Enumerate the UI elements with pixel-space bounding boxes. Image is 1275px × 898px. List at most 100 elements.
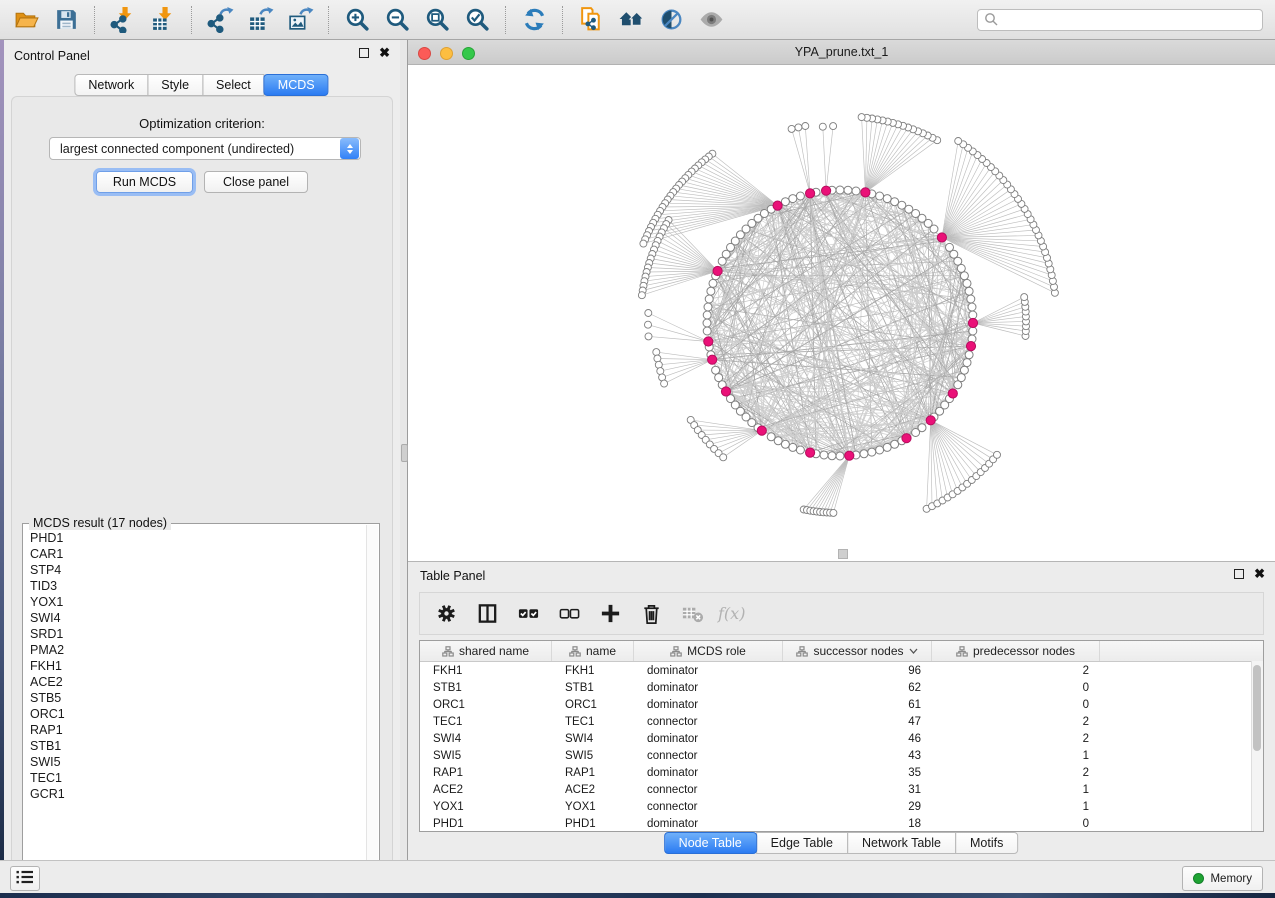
graph-node[interactable] xyxy=(796,192,804,200)
table-scrollbar-thumb[interactable] xyxy=(1253,665,1261,751)
close-window-icon[interactable]: ✖ xyxy=(379,48,390,58)
graph-node[interactable] xyxy=(960,272,968,280)
zoom-out-button[interactable] xyxy=(377,3,417,37)
graph-node[interactable] xyxy=(712,366,720,374)
tab-motifs[interactable]: Motifs xyxy=(955,832,1018,854)
graph-satellite-node[interactable] xyxy=(645,333,652,340)
graph-node[interactable] xyxy=(844,186,852,194)
network-graph[interactable] xyxy=(408,65,1275,561)
graph-satellite-node[interactable] xyxy=(720,454,727,461)
tab-style[interactable]: Style xyxy=(147,74,203,96)
graph-hub-node[interactable] xyxy=(845,451,854,460)
graph-node[interactable] xyxy=(704,303,712,311)
table-row[interactable]: TEC1TEC1connector472 xyxy=(420,713,1263,730)
table-row[interactable]: RAP1RAP1dominator352 xyxy=(420,764,1263,781)
graph-node[interactable] xyxy=(836,186,844,194)
graph-hub-node[interactable] xyxy=(708,355,717,364)
graph-hub-node[interactable] xyxy=(966,342,975,351)
graph-hub-node[interactable] xyxy=(806,448,815,457)
float-table-panel-icon[interactable] xyxy=(1234,569,1244,579)
graph-hub-node[interactable] xyxy=(721,387,730,396)
graph-node[interactable] xyxy=(965,287,973,295)
graph-satellite-node[interactable] xyxy=(802,123,809,130)
export-table-button[interactable] xyxy=(240,3,280,37)
graph-node[interactable] xyxy=(965,351,973,359)
graph-node[interactable] xyxy=(705,295,713,303)
mcds-result-item[interactable]: STB1 xyxy=(30,738,366,754)
close-table-panel-icon[interactable]: ✖ xyxy=(1254,569,1265,579)
zoom-fit-button[interactable] xyxy=(417,3,457,37)
show-columns-button[interactable] xyxy=(471,598,503,630)
graph-node[interactable] xyxy=(963,279,971,287)
graph-node[interactable] xyxy=(883,443,891,451)
graph-satellite-node[interactable] xyxy=(645,321,652,328)
graph-node[interactable] xyxy=(781,198,789,206)
table-settings-button[interactable] xyxy=(430,598,462,630)
graph-satellite-node[interactable] xyxy=(830,123,837,130)
task-history-button[interactable] xyxy=(10,866,40,891)
graph-satellite-node[interactable] xyxy=(640,240,647,247)
mcds-result-item[interactable]: CAR1 xyxy=(30,546,366,562)
graph-satellite-node[interactable] xyxy=(654,355,661,362)
window-zoom-traffic-light[interactable] xyxy=(462,47,475,60)
export-network-button[interactable] xyxy=(200,3,240,37)
graph-satellite-node[interactable] xyxy=(819,123,826,130)
table-row[interactable]: YOX1YOX1connector291 xyxy=(420,798,1263,815)
tab-edge-table[interactable]: Edge Table xyxy=(756,832,848,854)
graph-hub-node[interactable] xyxy=(704,337,713,346)
import-table-button[interactable] xyxy=(143,3,183,37)
graph-node[interactable] xyxy=(718,257,726,265)
graph-node[interactable] xyxy=(918,424,926,432)
mcds-result-item[interactable]: SWI4 xyxy=(30,610,366,626)
graph-node[interactable] xyxy=(703,327,711,335)
graph-hub-node[interactable] xyxy=(757,426,766,435)
deselect-all-button[interactable] xyxy=(553,598,585,630)
graph-node[interactable] xyxy=(781,440,789,448)
add-column-button[interactable] xyxy=(594,598,626,630)
graph-satellite-node[interactable] xyxy=(994,451,1001,458)
table-row[interactable]: SWI4SWI4dominator462 xyxy=(420,730,1263,747)
panel-divider[interactable] xyxy=(400,40,408,860)
search-input[interactable] xyxy=(1002,12,1256,28)
graph-hub-node[interactable] xyxy=(806,189,815,198)
column-header-shared-name[interactable]: shared name xyxy=(420,641,552,661)
tab-select[interactable]: Select xyxy=(202,74,265,96)
tab-network[interactable]: Network xyxy=(74,74,148,96)
graph-node[interactable] xyxy=(876,446,884,454)
show-hidden-button[interactable] xyxy=(691,3,731,37)
graph-node[interactable] xyxy=(796,446,804,454)
graph-node[interactable] xyxy=(969,327,977,335)
mcds-result-item[interactable]: ACE2 xyxy=(30,674,366,690)
export-image-button[interactable] xyxy=(280,3,320,37)
mcds-result-item[interactable]: STB5 xyxy=(30,690,366,706)
graph-node[interactable] xyxy=(703,319,711,327)
graph-satellite-node[interactable] xyxy=(830,509,837,516)
open-file-button[interactable] xyxy=(6,3,46,37)
mcds-result-item[interactable]: GCR1 xyxy=(30,786,366,802)
graph-node[interactable] xyxy=(852,187,860,195)
close-panel-button[interactable]: Close panel xyxy=(204,171,308,193)
window-close-traffic-light[interactable] xyxy=(418,47,431,60)
tab-network-table[interactable]: Network Table xyxy=(847,832,956,854)
graph-node[interactable] xyxy=(789,195,797,203)
graph-satellite-node[interactable] xyxy=(955,138,962,145)
graph-node[interactable] xyxy=(946,243,954,251)
mcds-result-item[interactable]: SRD1 xyxy=(30,626,366,642)
mcds-result-item[interactable]: TID3 xyxy=(30,578,366,594)
graph-satellite-node[interactable] xyxy=(653,349,660,356)
save-session-button[interactable] xyxy=(46,3,86,37)
graph-satellite-node[interactable] xyxy=(661,380,668,387)
graph-node[interactable] xyxy=(957,374,965,382)
graph-satellite-node[interactable] xyxy=(858,114,865,121)
graph-node[interactable] xyxy=(968,303,976,311)
mcds-result-item[interactable]: TEC1 xyxy=(30,770,366,786)
import-network-button[interactable] xyxy=(103,3,143,37)
graph-node[interactable] xyxy=(820,451,828,459)
graph-node[interactable] xyxy=(963,359,971,367)
graph-node[interactable] xyxy=(828,452,836,460)
column-header-name[interactable]: name xyxy=(552,641,634,661)
graph-satellite-node[interactable] xyxy=(795,124,802,131)
tab-mcds[interactable]: MCDS xyxy=(264,74,329,96)
tab-node-table[interactable]: Node Table xyxy=(664,832,757,854)
mcds-result-item[interactable]: ORC1 xyxy=(30,706,366,722)
